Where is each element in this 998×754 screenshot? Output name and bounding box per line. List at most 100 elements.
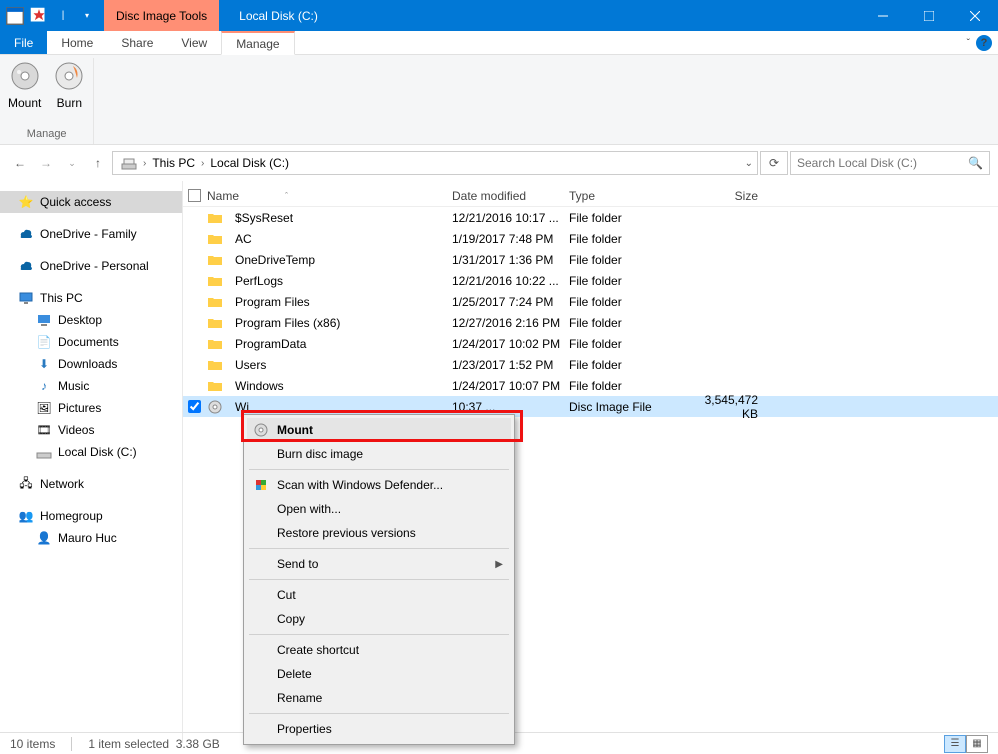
sidebar-item-local-disk[interactable]: Local Disk (C:) xyxy=(0,441,182,463)
file-row[interactable]: OneDriveTemp1/31/2017 1:36 PMFile folder xyxy=(183,249,998,270)
crumb-local-disk[interactable]: Local Disk (C:) xyxy=(206,156,293,170)
file-row[interactable]: Windows1/24/2017 10:07 PMFile folder xyxy=(183,375,998,396)
refresh-button[interactable]: ⟳ xyxy=(760,151,788,175)
ctx-mount[interactable]: Mount xyxy=(247,418,511,442)
search-input[interactable] xyxy=(797,156,968,170)
search-box[interactable]: 🔍 xyxy=(790,151,990,175)
navbar: ← → ⌄ ↑ › This PC › Local Disk (C:) ⌄ ⟳ … xyxy=(0,145,998,181)
ctx-label: Burn disc image xyxy=(277,447,363,461)
row-checkbox[interactable] xyxy=(183,211,205,224)
column-type[interactable]: Type xyxy=(569,189,689,203)
row-checkbox[interactable] xyxy=(183,358,205,371)
view-switcher: ☰ ▦ xyxy=(944,735,988,753)
tab-view[interactable]: View xyxy=(167,31,221,54)
ctx-cut[interactable]: Cut xyxy=(247,583,511,607)
ctx-delete[interactable]: Delete xyxy=(247,662,511,686)
file-row[interactable]: ProgramData1/24/2017 10:02 PMFile folder xyxy=(183,333,998,354)
row-checkbox[interactable] xyxy=(183,337,205,350)
file-row[interactable]: PerfLogs12/21/2016 10:22 ...File folder xyxy=(183,270,998,291)
ctx-create-shortcut[interactable]: Create shortcut xyxy=(247,638,511,662)
row-checkbox[interactable] xyxy=(183,316,205,329)
row-checkbox[interactable] xyxy=(183,379,205,392)
details-view-button[interactable]: ☰ xyxy=(944,735,966,753)
column-date[interactable]: Date modified xyxy=(452,189,569,203)
new-folder-icon[interactable] xyxy=(28,5,50,27)
sidebar-item-onedrive-family[interactable]: OneDrive - Family xyxy=(0,223,182,245)
ctx-send-to[interactable]: Send to▶ xyxy=(247,552,511,576)
column-name[interactable]: Nameˆ xyxy=(205,189,452,203)
file-row[interactable]: Program Files (x86)12/27/2016 2:16 PMFil… xyxy=(183,312,998,333)
sidebar-item-homegroup[interactable]: 👥Homegroup xyxy=(0,505,182,527)
ctx-label: Cut xyxy=(277,588,296,602)
close-button[interactable] xyxy=(952,0,998,31)
back-button[interactable]: ← xyxy=(8,151,32,175)
sidebar-item-pictures[interactable]: 🖼Pictures xyxy=(0,397,182,419)
select-all-checkbox[interactable] xyxy=(183,189,205,202)
ribbon-body: Mount Burn Manage xyxy=(0,55,998,145)
row-checkbox[interactable] xyxy=(183,400,205,413)
search-icon[interactable]: 🔍 xyxy=(968,156,983,170)
tab-manage[interactable]: Manage xyxy=(221,31,294,55)
burn-label: Burn xyxy=(57,96,82,110)
row-checkbox[interactable] xyxy=(183,232,205,245)
sidebar-item-onedrive-personal[interactable]: OneDrive - Personal xyxy=(0,255,182,277)
sidebar-item-user[interactable]: 👤Mauro Huc xyxy=(0,527,182,549)
sidebar-item-documents[interactable]: 📄Documents xyxy=(0,331,182,353)
ctx-rename[interactable]: Rename xyxy=(247,686,511,710)
burn-button[interactable]: Burn xyxy=(53,58,85,128)
sidebar-item-this-pc[interactable]: This PC xyxy=(0,287,182,309)
maximize-button[interactable] xyxy=(906,0,952,31)
downloads-icon: ⬇ xyxy=(36,356,52,372)
sidebar-label: Music xyxy=(58,379,89,393)
column-size[interactable]: Size xyxy=(689,189,764,203)
breadcrumb-sep[interactable]: › xyxy=(143,158,146,169)
tab-share[interactable]: Share xyxy=(107,31,167,54)
up-button[interactable]: ↑ xyxy=(86,151,110,175)
ctx-restore[interactable]: Restore previous versions xyxy=(247,521,511,545)
ctx-copy[interactable]: Copy xyxy=(247,607,511,631)
help-icon[interactable]: ? xyxy=(976,35,992,51)
file-name: OneDriveTemp xyxy=(235,253,315,267)
folder-icon xyxy=(207,231,223,247)
ctx-properties[interactable]: Properties xyxy=(247,717,511,741)
ctx-defender[interactable]: Scan with Windows Defender... xyxy=(247,473,511,497)
file-row[interactable]: Program Files1/25/2017 7:24 PMFile folde… xyxy=(183,291,998,312)
file-row[interactable]: AC1/19/2017 7:48 PMFile folder xyxy=(183,228,998,249)
tab-home[interactable]: Home xyxy=(47,31,107,54)
network-icon: 🖧 xyxy=(18,476,34,492)
row-checkbox[interactable] xyxy=(183,274,205,287)
sidebar-item-videos[interactable]: 🎞Videos xyxy=(0,419,182,441)
onedrive-icon xyxy=(18,226,34,242)
file-type: File folder xyxy=(569,211,689,225)
sidebar-item-downloads[interactable]: ⬇Downloads xyxy=(0,353,182,375)
sidebar-item-music[interactable]: ♪Music xyxy=(0,375,182,397)
row-checkbox[interactable] xyxy=(183,253,205,266)
star-icon: ⭐ xyxy=(18,194,34,210)
breadcrumb-sep[interactable]: › xyxy=(201,158,204,169)
file-row[interactable]: $SysReset12/21/2016 10:17 ...File folder xyxy=(183,207,998,228)
ctx-open-with[interactable]: Open with... xyxy=(247,497,511,521)
ctx-label: Restore previous versions xyxy=(277,526,416,540)
collapse-ribbon-icon[interactable]: ˇ xyxy=(967,38,970,49)
minimize-button[interactable] xyxy=(860,0,906,31)
tab-file[interactable]: File xyxy=(0,31,47,54)
file-date: 1/23/2017 1:52 PM xyxy=(452,358,569,372)
file-row[interactable]: Users1/23/2017 1:52 PMFile folder xyxy=(183,354,998,375)
documents-icon: 📄 xyxy=(36,334,52,350)
mount-button[interactable]: Mount xyxy=(8,58,41,128)
address-bar[interactable]: › This PC › Local Disk (C:) ⌄ xyxy=(112,151,758,175)
sidebar-item-network[interactable]: 🖧Network xyxy=(0,473,182,495)
forward-button[interactable]: → xyxy=(34,151,58,175)
sidebar-item-quick-access[interactable]: ⭐ Quick access xyxy=(0,191,182,213)
qat-dropdown-icon[interactable]: ▾ xyxy=(76,5,98,27)
large-icons-view-button[interactable]: ▦ xyxy=(966,735,988,753)
column-label: Name xyxy=(207,189,239,203)
address-dropdown-icon[interactable]: ⌄ xyxy=(745,158,753,169)
sidebar-item-desktop[interactable]: Desktop xyxy=(0,309,182,331)
ctx-burn[interactable]: Burn disc image xyxy=(247,442,511,466)
pc-icon xyxy=(18,290,34,306)
properties-icon[interactable] xyxy=(4,5,26,27)
row-checkbox[interactable] xyxy=(183,295,205,308)
crumb-this-pc[interactable]: This PC xyxy=(148,156,199,170)
recent-dropdown[interactable]: ⌄ xyxy=(60,151,84,175)
